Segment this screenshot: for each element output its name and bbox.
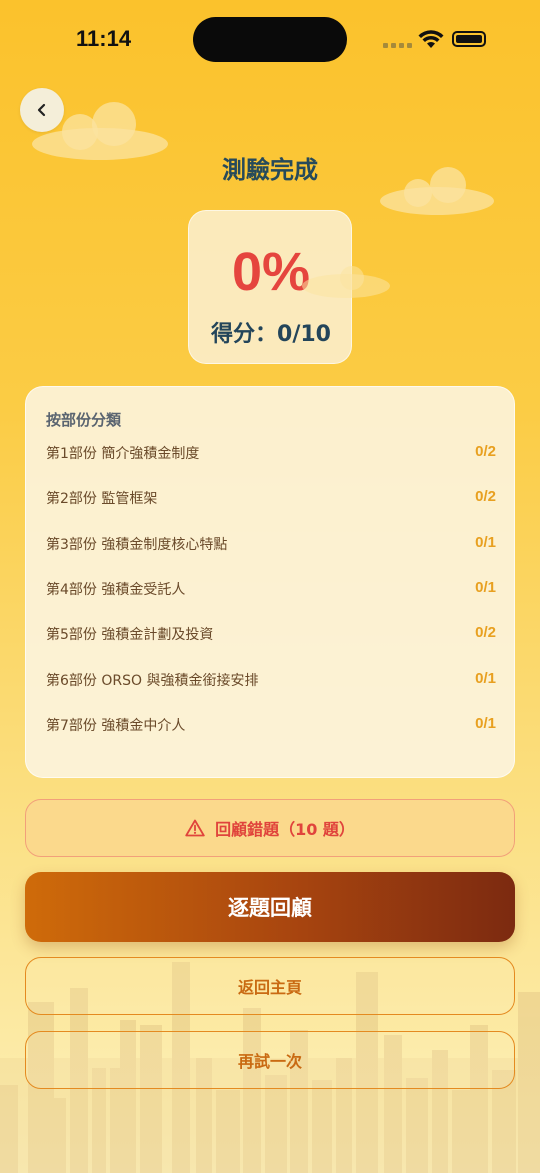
part-score: 0/2: [475, 443, 496, 460]
cloud-decoration: [302, 266, 390, 298]
part-score: 0/1: [475, 715, 496, 732]
chevron-left-icon: [37, 103, 46, 117]
review-wrong-label: 回顧錯題（10 題）: [215, 820, 355, 839]
part-name: 第4部份 強積金受託人: [46, 582, 186, 598]
battery-icon: [452, 31, 486, 47]
part-name: 第6部份 ORSO 與強積金銜接安排: [46, 673, 259, 689]
score-label: 得分：0/10: [211, 322, 331, 347]
cellular-signal-icon: [383, 43, 412, 48]
retry-button[interactable]: 再試一次: [25, 1031, 515, 1089]
part-name: 第1部份 簡介強積金制度: [46, 446, 200, 462]
part-row: 第5部份 強積金計劃及投資 0/2: [46, 624, 496, 648]
part-name: 第3部份 強積金制度核心特點: [46, 537, 228, 553]
status-bar: 11:14: [0, 0, 540, 80]
review-wrong-answers-button[interactable]: 回顧錯題（10 題）: [25, 799, 515, 857]
part-score: 0/1: [475, 579, 496, 596]
part-row: 第2部份 監管框架 0/2: [46, 488, 496, 512]
part-score: 0/1: [475, 534, 496, 551]
page-title: 測驗完成: [222, 156, 318, 184]
part-row: 第6部份 ORSO 與強積金銜接安排 0/1: [46, 670, 496, 694]
part-score: 0/2: [475, 488, 496, 505]
part-breakdown-panel: 按部份分類 第1部份 簡介強積金制度 0/2 第2部份 監管框架 0/2 第3部…: [25, 386, 515, 778]
part-name: 第5部份 強積金計劃及投資: [46, 627, 214, 643]
status-time: 11:14: [76, 26, 132, 51]
part-row: 第3部份 強積金制度核心特點 0/1: [46, 534, 496, 558]
part-score: 0/1: [475, 670, 496, 687]
review-each-question-button[interactable]: 逐題回顧: [25, 872, 515, 942]
breakdown-heading: 按部份分類: [46, 411, 122, 429]
part-score: 0/2: [475, 624, 496, 641]
part-row: 第4部份 強積金受託人 0/1: [46, 579, 496, 603]
part-name: 第7部份 強積金中介人: [46, 718, 186, 734]
warning-icon: [185, 819, 205, 837]
return-home-button[interactable]: 返回主頁: [25, 957, 515, 1015]
part-name: 第2部份 監管框架: [46, 491, 158, 507]
back-button[interactable]: [20, 88, 64, 132]
part-row: 第1部份 簡介強積金制度 0/2: [46, 443, 496, 467]
wifi-icon: [418, 30, 444, 48]
dynamic-island: [193, 17, 347, 62]
part-row: 第7部份 強積金中介人 0/1: [46, 715, 496, 739]
